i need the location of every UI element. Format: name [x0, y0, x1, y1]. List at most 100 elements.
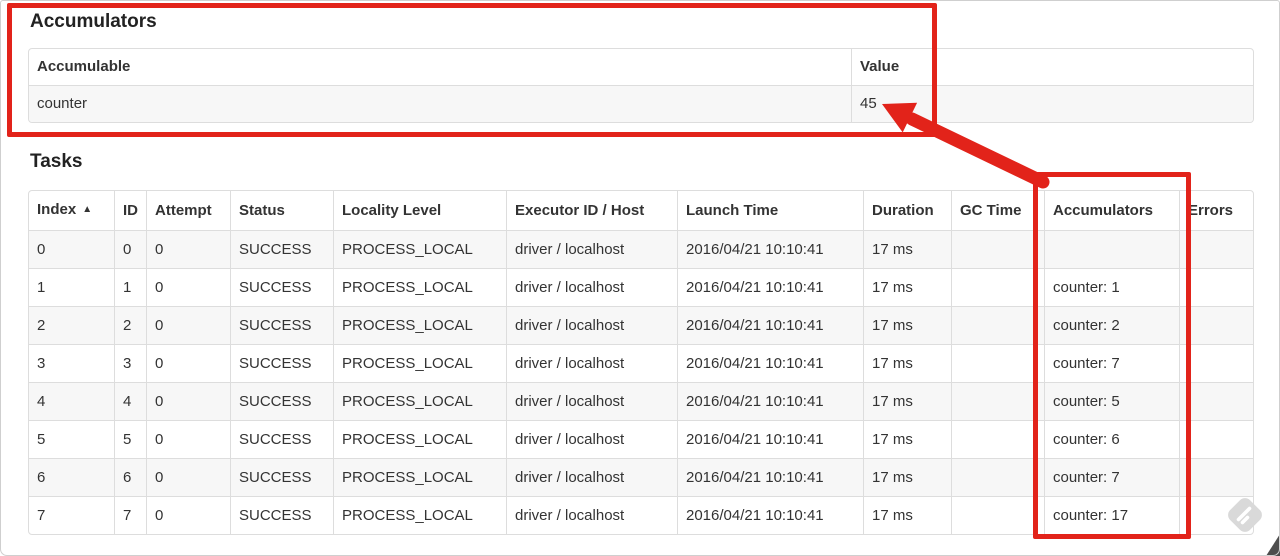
cell-attempt: 0 [146, 420, 230, 458]
column-header-gc-time[interactable]: GC Time [951, 191, 1044, 230]
cell-executor-id-host: driver / localhost [506, 344, 677, 382]
cell-attempt: 0 [146, 458, 230, 496]
cell-index: 7 [29, 496, 114, 534]
cell-accumulators: counter: 7 [1044, 458, 1179, 496]
column-header-label: Executor ID / Host [515, 202, 645, 219]
cell-gc-time [951, 230, 1044, 268]
cell-executor-id-host: driver / localhost [506, 306, 677, 344]
column-header-attempt[interactable]: Attempt [146, 191, 230, 230]
cell-gc-time [951, 382, 1044, 420]
table-row: 3 3 0 SUCCESS PROCESS_LOCAL driver / localhos… [29, 344, 1253, 382]
cell-accumulators: counter: 5 [1044, 382, 1179, 420]
column-header-label: Duration [872, 202, 934, 219]
cell-locality-level: PROCESS_LOCAL [333, 268, 506, 306]
table-row: 6 6 0 SUCCESS PROCESS_LOCAL driver / localhos… [29, 458, 1253, 496]
cell-id: 0 [114, 230, 146, 268]
sort-ascending-icon: ▲ [82, 204, 93, 215]
cell-executor-id-host: driver / localhost [506, 230, 677, 268]
cell-errors [1179, 268, 1253, 306]
cell-errors [1179, 496, 1253, 534]
column-header-duration[interactable]: Duration [863, 191, 951, 230]
table-row: 1 1 0 SUCCESS PROCESS_LOCAL driver / localhos… [29, 268, 1253, 306]
cell-status: SUCCESS [230, 268, 333, 306]
cursor-arrow-fragment [1266, 534, 1280, 556]
table-row: 2 2 0 SUCCESS PROCESS_LOCAL driver / localhos… [29, 306, 1253, 344]
table-header-row: Index ▲ ID Attempt Status Locality Level Execu… [29, 191, 1253, 230]
cell-accumulators: counter: 17 [1044, 496, 1179, 534]
cell-index: 1 [29, 268, 114, 306]
cell-executor-id-host: driver / localhost [506, 382, 677, 420]
cell-attempt: 0 [146, 230, 230, 268]
cell-gc-time [951, 496, 1044, 534]
cell-errors [1179, 420, 1253, 458]
cell-status: SUCCESS [230, 458, 333, 496]
cell-accumulators: counter: 2 [1044, 306, 1179, 344]
cell-attempt: 0 [146, 268, 230, 306]
cell-locality-level: PROCESS_LOCAL [333, 420, 506, 458]
column-header-label: Accumulable [37, 58, 131, 75]
cell-attempt: 0 [146, 496, 230, 534]
cell-gc-time [951, 306, 1044, 344]
cell-accumulable: counter [29, 85, 851, 122]
cell-id: 1 [114, 268, 146, 306]
cell-status: SUCCESS [230, 306, 333, 344]
cell-accumulators: counter: 1 [1044, 268, 1179, 306]
column-header-locality-level[interactable]: Locality Level [333, 191, 506, 230]
cell-errors [1179, 458, 1253, 496]
cell-duration: 17 ms [863, 458, 951, 496]
cell-locality-level: PROCESS_LOCAL [333, 230, 506, 268]
cell-status: SUCCESS [230, 344, 333, 382]
column-header-accumulable[interactable]: Accumulable [29, 49, 851, 85]
cell-index: 6 [29, 458, 114, 496]
cell-value: 45 [851, 85, 1253, 122]
tasks-section-heading: Tasks [30, 151, 83, 172]
cell-executor-id-host: driver / localhost [506, 458, 677, 496]
column-header-status[interactable]: Status [230, 191, 333, 230]
column-header-executor-id-host[interactable]: Executor ID / Host [506, 191, 677, 230]
cell-duration: 17 ms [863, 382, 951, 420]
cell-errors [1179, 382, 1253, 420]
column-header-accumulators[interactable]: Accumulators [1044, 191, 1179, 230]
cell-gc-time [951, 420, 1044, 458]
cell-accumulators [1044, 230, 1179, 268]
cell-launch-time: 2016/04/21 10:10:41 [677, 230, 863, 268]
tasks-table: Index ▲ ID Attempt Status Locality Level Execu… [28, 190, 1254, 535]
cell-launch-time: 2016/04/21 10:10:41 [677, 344, 863, 382]
cell-locality-level: PROCESS_LOCAL [333, 344, 506, 382]
column-header-errors[interactable]: Errors [1179, 191, 1253, 230]
cell-gc-time [951, 458, 1044, 496]
column-header-value[interactable]: Value [851, 49, 1253, 85]
cell-duration: 17 ms [863, 268, 951, 306]
column-header-label: Launch Time [686, 202, 779, 219]
cell-attempt: 0 [146, 306, 230, 344]
cell-duration: 17 ms [863, 306, 951, 344]
cell-status: SUCCESS [230, 382, 333, 420]
cell-locality-level: PROCESS_LOCAL [333, 306, 506, 344]
cell-executor-id-host: driver / localhost [506, 268, 677, 306]
column-header-id[interactable]: ID [114, 191, 146, 230]
column-header-label: Status [239, 202, 285, 219]
cell-errors [1179, 230, 1253, 268]
cell-index: 3 [29, 344, 114, 382]
cell-duration: 17 ms [863, 230, 951, 268]
cell-id: 3 [114, 344, 146, 382]
cell-index: 4 [29, 382, 114, 420]
cell-duration: 17 ms [863, 496, 951, 534]
cell-status: SUCCESS [230, 496, 333, 534]
accumulators-section-heading: Accumulators [30, 11, 157, 32]
column-header-label: Accumulators [1053, 202, 1154, 219]
cell-id: 2 [114, 306, 146, 344]
cell-launch-time: 2016/04/21 10:10:41 [677, 458, 863, 496]
cell-gc-time [951, 268, 1044, 306]
column-header-label: ID [123, 202, 138, 219]
cell-launch-time: 2016/04/21 10:10:41 [677, 496, 863, 534]
table-row: 7 7 0 SUCCESS PROCESS_LOCAL driver / localhos… [29, 496, 1253, 534]
column-header-launch-time[interactable]: Launch Time [677, 191, 863, 230]
cell-accumulators: counter: 6 [1044, 420, 1179, 458]
column-header-label: Locality Level [342, 202, 442, 219]
column-header-label: Value [860, 58, 900, 75]
cell-errors [1179, 344, 1253, 382]
column-header-index[interactable]: Index ▲ [29, 191, 114, 230]
cell-status: SUCCESS [230, 420, 333, 458]
cell-launch-time: 2016/04/21 10:10:41 [677, 420, 863, 458]
